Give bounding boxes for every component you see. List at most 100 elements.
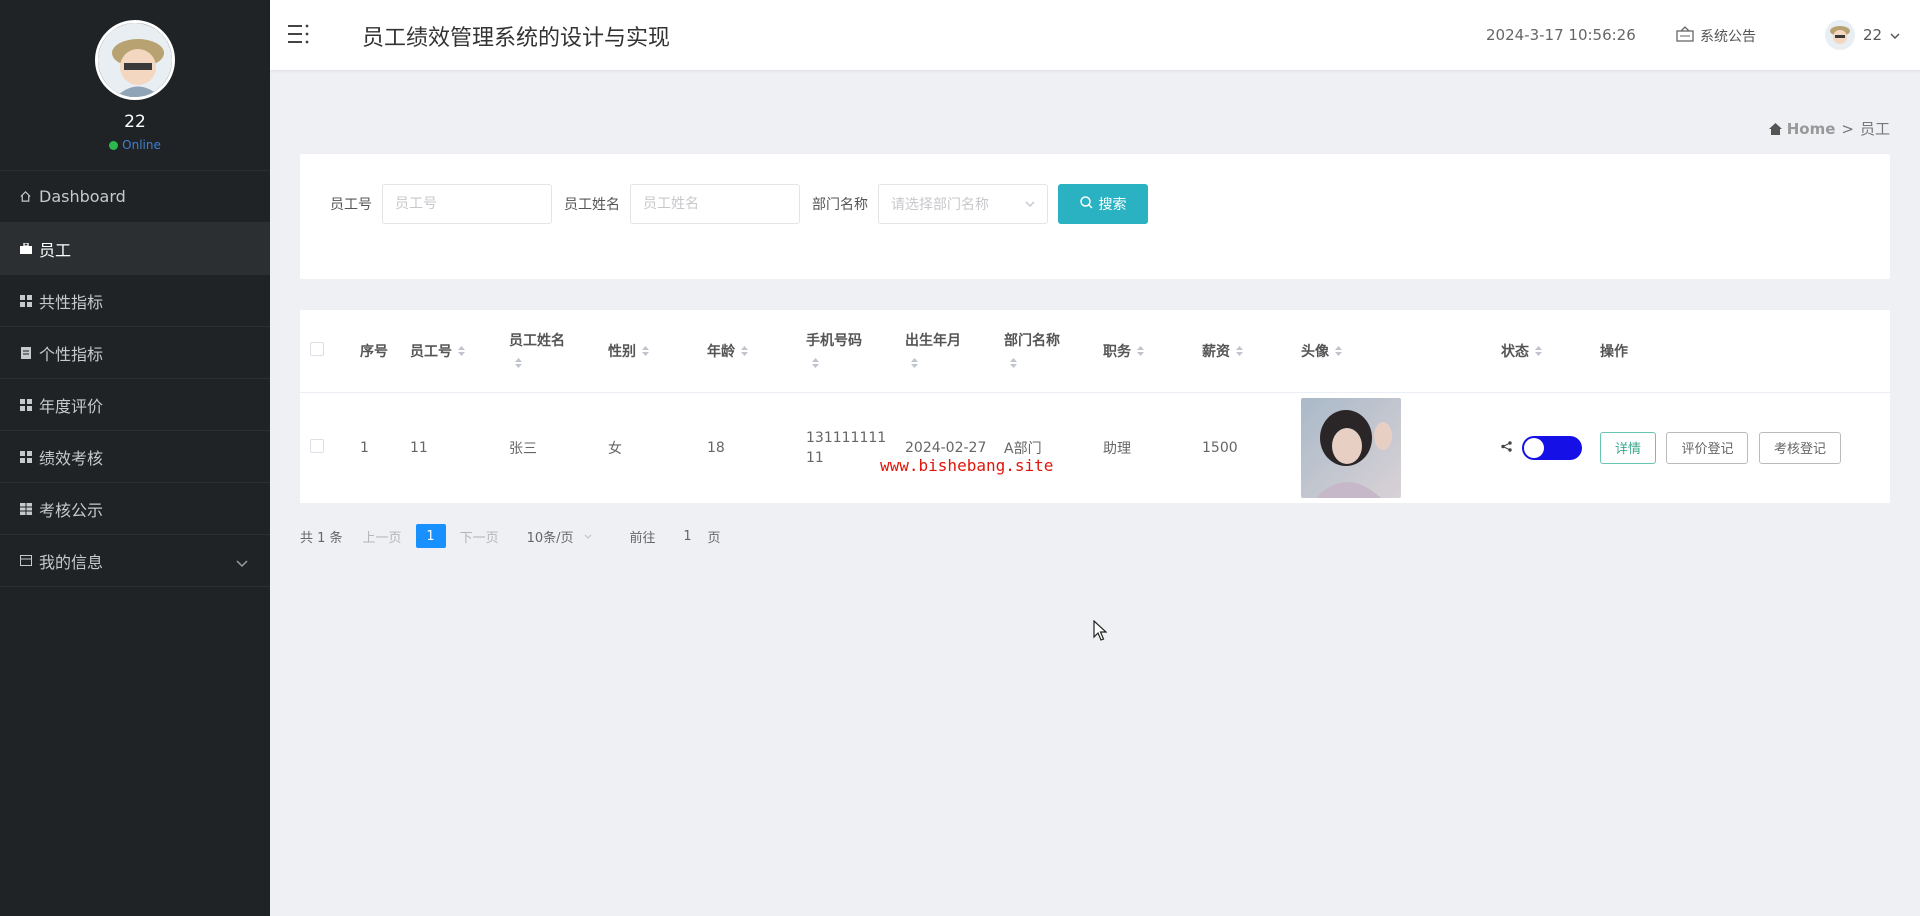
col-avatar-header[interactable]: 头像	[1301, 310, 1501, 393]
col-phone-header[interactable]: 手机号码	[806, 310, 905, 393]
breadcrumb-home[interactable]: Home	[1768, 119, 1836, 138]
sidebar-item-common-index[interactable]: 共性指标	[0, 275, 270, 327]
emp-no-input[interactable]	[382, 184, 552, 224]
pager-size-label: 10条/页	[526, 530, 574, 546]
toggle-knob	[1524, 437, 1545, 458]
col-gender-header[interactable]: 性别	[608, 310, 707, 393]
col-name: 员工姓名	[509, 332, 565, 349]
search-button[interactable]: 搜索	[1058, 184, 1148, 224]
cell-position: 助理	[1103, 440, 1131, 457]
sidebar-item-label: 员工	[39, 240, 72, 260]
col-avatar: 头像	[1301, 343, 1329, 360]
sidebar-item-label: 个性指标	[39, 344, 104, 364]
system-notice-link[interactable]: 系统公告	[1676, 26, 1756, 46]
emp-name-label: 员工姓名	[564, 197, 620, 213]
sort-icon[interactable]	[1010, 356, 1103, 372]
sidebar-item-my-info[interactable]: 我的信息	[0, 535, 270, 587]
notice-label: 系统公告	[1700, 29, 1756, 45]
cell-age: 18	[707, 439, 725, 456]
chevron-down-icon	[1025, 196, 1035, 212]
sort-icon[interactable]	[458, 344, 465, 360]
sort-icon[interactable]	[1236, 344, 1243, 360]
sidebar-item-dashboard[interactable]: Dashboard	[0, 171, 270, 223]
col-name-header[interactable]: 员工姓名	[509, 310, 608, 393]
pager-next[interactable]: 下一页	[460, 527, 499, 546]
sidebar-item-label: 我的信息	[39, 552, 104, 572]
sidebar-item-employee[interactable]: 员工	[0, 223, 270, 275]
col-status-header[interactable]: 状态	[1501, 310, 1600, 393]
user-menu[interactable]: 22	[1825, 20, 1900, 50]
sort-icon[interactable]	[515, 356, 608, 372]
chevron-down-icon	[584, 534, 591, 539]
col-position: 职务	[1103, 343, 1131, 360]
employee-photo[interactable]	[1301, 397, 1401, 498]
col-dept-header[interactable]: 部门名称	[1004, 310, 1103, 393]
col-birth-header[interactable]: 出生年月	[905, 310, 1004, 393]
col-age-header[interactable]: 年龄	[707, 310, 806, 393]
dept-select-placeholder: 请选择部门名称	[891, 197, 989, 213]
top-header: 员工绩效管理系统的设计与实现 2024-3-17 10:56:26 系统公告 2…	[270, 0, 1920, 70]
cell-actions: 详情 评价登记 考核登记	[1600, 392, 1890, 503]
pager-page-1[interactable]: 1	[415, 524, 446, 548]
row-checkbox[interactable]	[310, 438, 324, 453]
cell-emp-no: 11	[410, 439, 428, 456]
sidebar-item-label: Dashboard	[39, 187, 126, 206]
cell-salary: 1500	[1202, 439, 1238, 456]
search-icon	[1079, 196, 1093, 212]
sidebar-item-personal-index[interactable]: 个性指标	[0, 327, 270, 379]
sidebar-item-label: 绩效考核	[39, 448, 104, 468]
sidebar-item-publicity[interactable]: 考核公示	[0, 483, 270, 535]
cell-index: 1	[360, 439, 369, 456]
grid-icon	[18, 397, 33, 412]
pager-page-unit: 页	[707, 530, 721, 546]
col-emp-no-header[interactable]: 员工号	[410, 310, 509, 393]
sidebar-item-annual-review[interactable]: 年度评价	[0, 379, 270, 431]
breadcrumb-home-label: Home	[1786, 119, 1836, 138]
chevron-down-icon	[236, 553, 248, 572]
sort-icon[interactable]	[911, 356, 1004, 372]
sort-icon[interactable]	[1535, 344, 1542, 360]
online-dot-icon	[109, 140, 119, 150]
sort-icon[interactable]	[1335, 344, 1342, 360]
menu-toggle-icon[interactable]	[288, 24, 310, 48]
col-position-header[interactable]: 职务	[1103, 310, 1202, 393]
pager-size-select[interactable]: 10条/页	[527, 527, 592, 546]
chevron-down-icon	[1890, 26, 1900, 44]
emp-no-label: 员工号	[330, 197, 372, 213]
cell-status	[1501, 392, 1600, 503]
online-status: Online	[109, 138, 161, 152]
online-label: Online	[122, 138, 161, 152]
detail-button[interactable]: 详情	[1600, 431, 1657, 464]
sidebar-item-label: 共性指标	[39, 292, 104, 312]
sidebar-profile: 22 Online	[0, 0, 270, 170]
sort-icon[interactable]	[1137, 344, 1144, 360]
search-panel: 员工号 员工姓名 部门名称 请选择部门名称 搜索	[300, 154, 1890, 279]
col-salary-header[interactable]: 薪资	[1202, 310, 1301, 393]
share-icon[interactable]	[1501, 440, 1512, 456]
pager-goto-input[interactable]: 1	[674, 529, 702, 544]
emp-name-input[interactable]	[630, 184, 800, 224]
sort-icon[interactable]	[642, 344, 649, 360]
employee-table: 序号 员工号 员工姓名 性别 年龄 手机号码 出生年月 部门名称 职务 薪资 头…	[300, 310, 1890, 503]
assess-button[interactable]: 考核登记	[1758, 431, 1841, 464]
sort-icon[interactable]	[741, 344, 748, 360]
avatar[interactable]	[95, 20, 175, 100]
pagination: 共 1 条 上一页 1 下一页 10条/页 前往 1 页	[300, 524, 721, 548]
col-gender: 性别	[608, 343, 636, 360]
cell-gender: 女	[608, 440, 622, 457]
briefcase-icon	[18, 241, 33, 256]
card-icon	[18, 553, 33, 568]
dept-select[interactable]: 请选择部门名称	[878, 184, 1048, 224]
col-status: 状态	[1501, 343, 1529, 360]
evaluate-button[interactable]: 评价登记	[1666, 431, 1749, 464]
pager-prev[interactable]: 上一页	[363, 527, 402, 546]
status-toggle[interactable]	[1522, 435, 1583, 460]
profile-name: 22	[124, 112, 146, 132]
cell-avatar	[1301, 392, 1501, 503]
cell-name: 张三	[509, 440, 537, 457]
sort-icon[interactable]	[812, 356, 905, 372]
sidebar-item-label: 年度评价	[39, 396, 104, 416]
sidebar-item-performance[interactable]: 绩效考核	[0, 431, 270, 483]
col-dept: 部门名称	[1004, 332, 1060, 349]
select-all-checkbox[interactable]	[310, 341, 324, 356]
